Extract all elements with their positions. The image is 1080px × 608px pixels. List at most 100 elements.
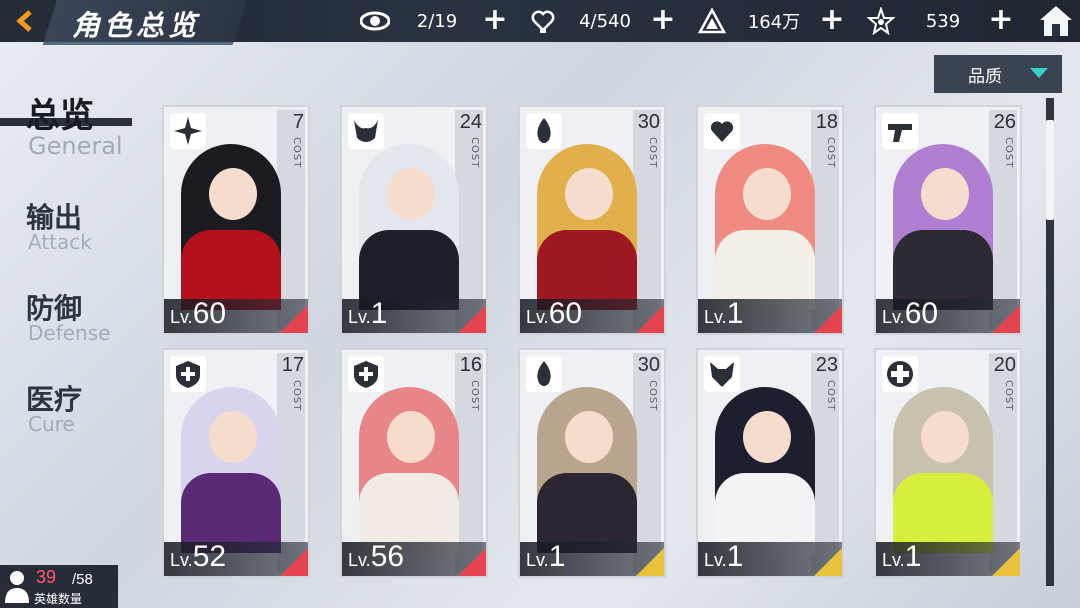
- hero-count-label: 英雄数量: [34, 592, 83, 606]
- rarity-corner: [814, 548, 842, 576]
- scrollbar[interactable]: [1046, 98, 1054, 586]
- level-prefix: Lv.: [704, 550, 727, 570]
- character-card[interactable]: 30 COST Lv.60: [518, 105, 666, 335]
- hero-count-panel: 39 /58 英雄数量: [0, 565, 118, 608]
- level-display: Lv.1: [704, 297, 743, 331]
- level-prefix: Lv.: [348, 550, 371, 570]
- level-value: 52: [192, 540, 227, 573]
- character-card[interactable]: 26 COST Lv.60: [874, 105, 1022, 335]
- level-display: Lv.1: [348, 297, 387, 331]
- filter-label: 品质: [968, 66, 1002, 87]
- resource-gold: 164万 +: [695, 0, 845, 42]
- hero-count-max: /58: [72, 571, 93, 588]
- nav-tab-label: 总览: [26, 96, 94, 136]
- character-face: [209, 168, 257, 220]
- character-card[interactable]: 16 COST Lv.56: [340, 348, 488, 578]
- add-resource-button[interactable]: +: [650, 5, 676, 35]
- resource-stamina: 2/19 +: [358, 0, 508, 42]
- resource-value: 2/19: [416, 10, 458, 32]
- nav-tab-cure[interactable]: 医疗 Cure: [0, 378, 150, 438]
- level-prefix: Lv.: [526, 550, 549, 570]
- cost-value: 26: [993, 111, 1016, 133]
- cost-value: 20: [993, 354, 1016, 376]
- nav-tab-sublabel: Defense: [28, 321, 111, 345]
- level-prefix: Lv.: [704, 307, 727, 327]
- nav-tab-sublabel: Attack: [28, 230, 92, 254]
- cost-label: COST: [825, 137, 836, 169]
- level-prefix: Lv.: [348, 307, 371, 327]
- character-face: [921, 168, 969, 220]
- level-prefix: Lv.: [882, 307, 905, 327]
- rarity-corner: [992, 548, 1020, 576]
- level-value: 1: [370, 297, 388, 330]
- character-card[interactable]: 18 COST Lv.1: [696, 105, 844, 335]
- cost-label: COST: [825, 380, 836, 412]
- quality-filter-dropdown[interactable]: 品质: [934, 55, 1062, 93]
- nav-tab-sublabel: General: [28, 132, 123, 160]
- back-arrow-icon: [16, 10, 32, 32]
- medic-shield-icon: [882, 356, 918, 392]
- level-value: 56: [370, 540, 405, 573]
- star-crystal-icon: [864, 4, 898, 38]
- character-face: [387, 168, 435, 220]
- nav-tab-sublabel: Cure: [28, 412, 75, 436]
- top-bar: 角色总览 2/19 + 4/540 + 164万 + 539 +: [0, 0, 1080, 45]
- level-prefix: Lv.: [170, 307, 193, 327]
- winged-heart-icon: [704, 113, 740, 149]
- cost-value: 7: [292, 111, 304, 133]
- resource-value: 164万: [747, 12, 801, 33]
- add-resource-button[interactable]: +: [988, 5, 1014, 35]
- gun-icon: [882, 113, 918, 149]
- level-display: Lv.60: [170, 297, 226, 331]
- level-value: 1: [726, 297, 744, 330]
- horned-helmet-icon: [348, 113, 384, 149]
- shield-cross-icon: [348, 356, 384, 392]
- chevron-down-icon: [1030, 68, 1048, 78]
- character-card[interactable]: 17 COST Lv.52: [162, 348, 310, 578]
- level-display: Lv.60: [882, 297, 938, 331]
- add-resource-button[interactable]: +: [819, 5, 845, 35]
- cost-value: 24: [459, 111, 482, 133]
- cost-label: COST: [291, 380, 302, 412]
- level-value: 1: [904, 540, 922, 573]
- resource-value: 539: [925, 10, 961, 32]
- resource-value: 4/540: [579, 10, 631, 32]
- rarity-corner: [636, 305, 664, 333]
- home-icon: [1040, 6, 1072, 36]
- cost-label: COST: [469, 380, 480, 412]
- flame-icon: [526, 113, 562, 149]
- character-face: [921, 411, 969, 463]
- character-card[interactable]: 24 COST Lv.1: [340, 105, 488, 335]
- character-card[interactable]: 20 COST Lv.1: [874, 348, 1022, 578]
- level-value: 60: [548, 297, 583, 330]
- level-display: Lv.1: [882, 540, 921, 574]
- cost-value: 23: [815, 354, 838, 376]
- cost-value: 30: [637, 354, 660, 376]
- character-card[interactable]: 23 COST Lv.1: [696, 348, 844, 578]
- scrollbar-thumb[interactable]: [1046, 120, 1054, 220]
- rarity-corner: [458, 548, 486, 576]
- person-icon: [5, 571, 29, 603]
- rarity-corner: [992, 305, 1020, 333]
- flame-icon: [526, 356, 562, 392]
- eye-icon: [358, 4, 392, 38]
- cost-label: COST: [647, 137, 658, 169]
- character-face: [565, 168, 613, 220]
- rarity-corner: [280, 548, 308, 576]
- character-face: [565, 411, 613, 463]
- level-value: 1: [726, 540, 744, 573]
- fox-mask-icon: [704, 356, 740, 392]
- character-card[interactable]: 7 COST Lv.60: [162, 105, 310, 335]
- nav-tab-defense[interactable]: 防御 Defense: [0, 287, 150, 347]
- page-title: 角色总览: [72, 9, 201, 42]
- nav-tab-general[interactable]: 总览 General: [0, 90, 150, 160]
- character-face: [743, 411, 791, 463]
- character-card[interactable]: 30 COST Lv.1: [518, 348, 666, 578]
- rarity-corner: [458, 305, 486, 333]
- nav-tab-attack[interactable]: 输出 Attack: [0, 196, 150, 256]
- resource-stars: 539 +: [864, 0, 1014, 42]
- home-button[interactable]: [1038, 3, 1074, 39]
- level-prefix: Lv.: [526, 307, 549, 327]
- add-resource-button[interactable]: +: [482, 5, 508, 35]
- rarity-corner: [280, 305, 308, 333]
